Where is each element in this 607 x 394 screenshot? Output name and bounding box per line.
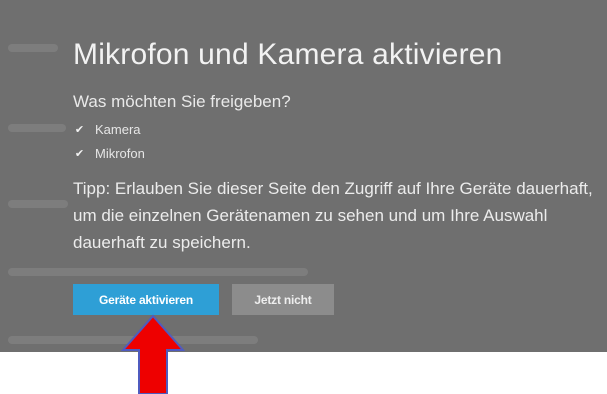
background-text <box>8 44 58 52</box>
red-up-arrow-icon <box>121 314 185 394</box>
option-mikrofon[interactable]: ✔ Mikrofon <box>73 146 145 161</box>
option-kamera[interactable]: ✔ Kamera <box>73 122 141 137</box>
background-text <box>8 124 66 132</box>
activate-devices-button[interactable]: Geräte aktivieren <box>73 284 219 315</box>
background-text <box>8 268 308 276</box>
checkmark-icon[interactable]: ✔ <box>73 123 86 136</box>
option-mikrofon-label: Mikrofon <box>95 146 145 161</box>
dialog-overlay: Mikrofon und Kamera aktivieren Was möcht… <box>0 0 607 352</box>
tip-text: Tipp: Erlauben Sie dieser Seite den Zugr… <box>73 179 593 252</box>
background-text <box>8 200 68 208</box>
not-now-button[interactable]: Jetzt nicht <box>232 284 334 315</box>
option-kamera-label: Kamera <box>95 122 141 137</box>
checkmark-icon[interactable]: ✔ <box>73 147 86 160</box>
share-question: Was möchten Sie freigeben? <box>73 92 291 111</box>
dialog-title: Mikrofon und Kamera aktivieren <box>73 38 503 71</box>
